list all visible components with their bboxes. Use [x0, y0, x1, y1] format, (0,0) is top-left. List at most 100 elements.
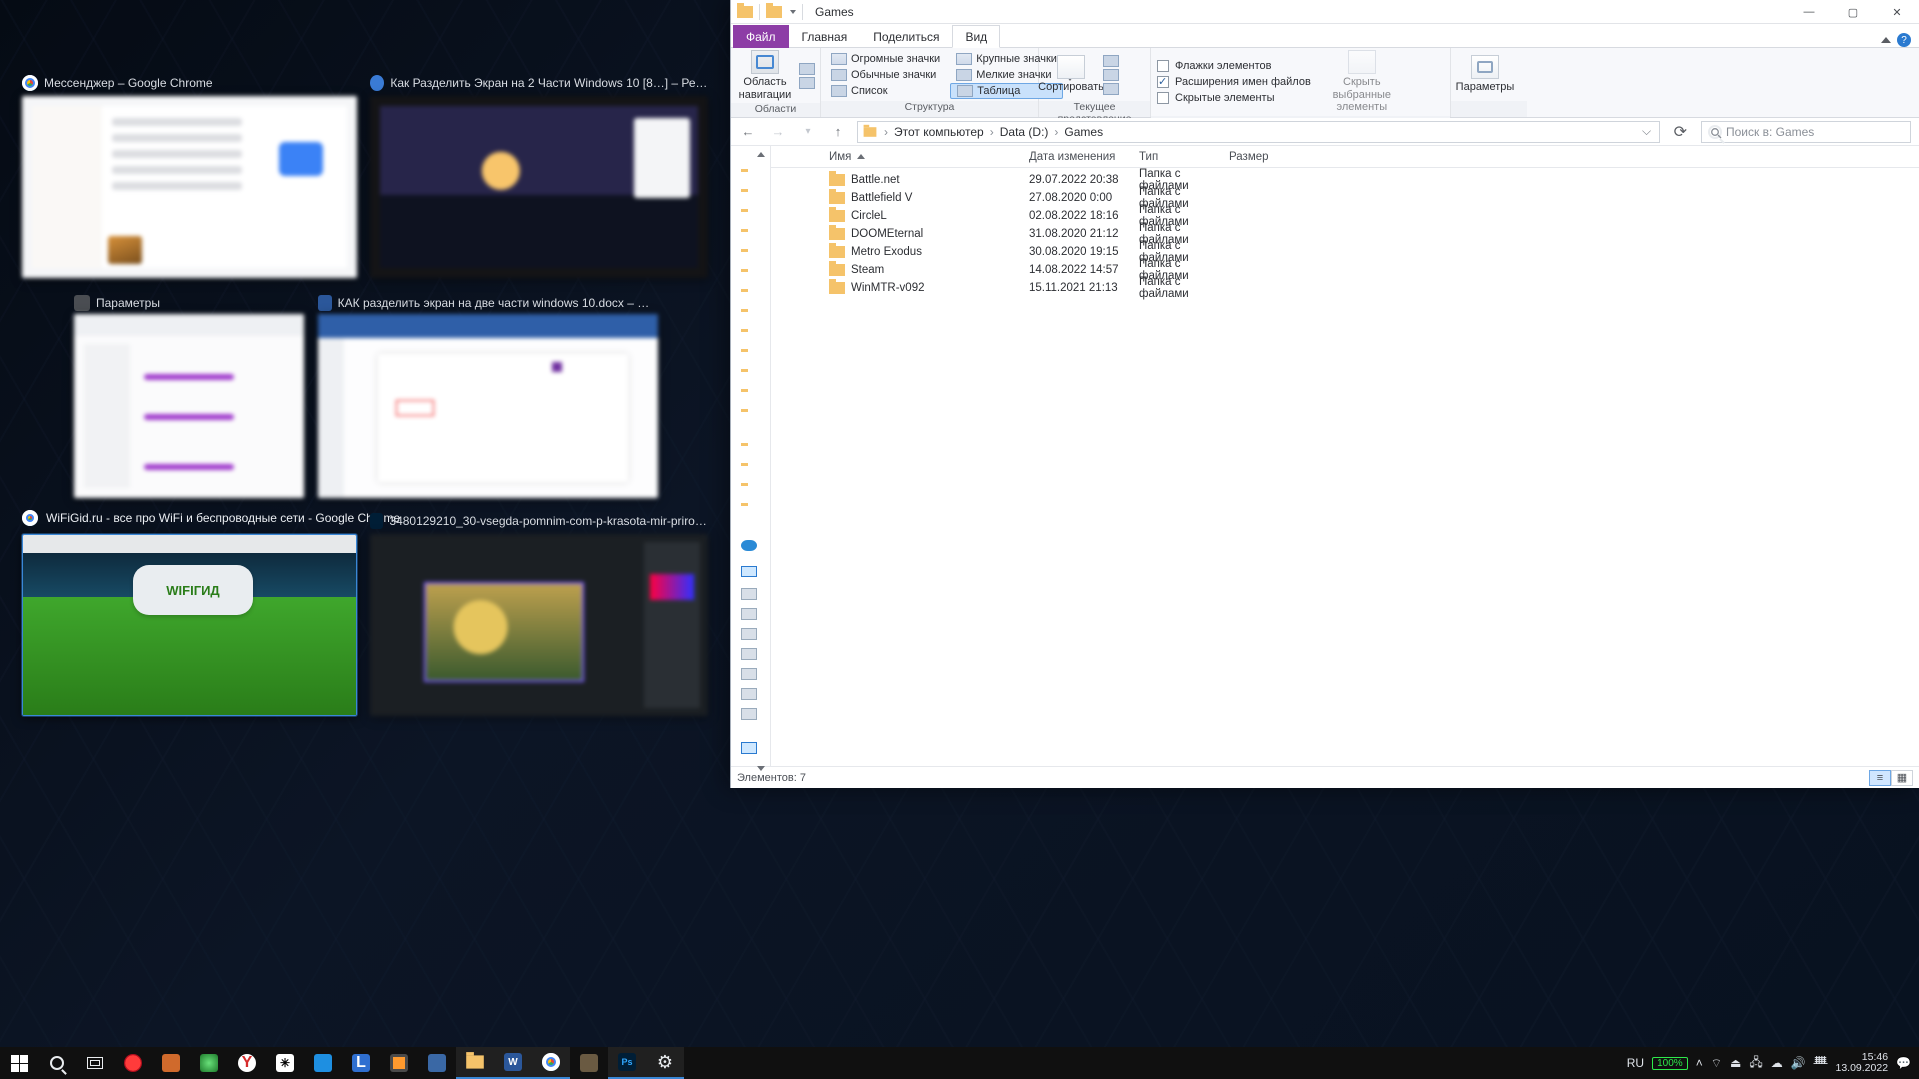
options-button[interactable]: Параметры [1451, 53, 1519, 96]
col-type[interactable]: Тип [1139, 151, 1229, 163]
drive-icon[interactable] [741, 628, 757, 640]
collapse-ribbon-icon[interactable] [1881, 37, 1891, 43]
crumb-dropdown-icon[interactable]: ⌵ [1639, 124, 1655, 139]
taskbar-app[interactable] [570, 1047, 608, 1079]
chevron-right-icon[interactable]: › [1050, 125, 1062, 139]
language-indicator[interactable]: RU [1627, 1056, 1644, 1070]
onedrive-icon[interactable] [741, 540, 757, 551]
network-icon[interactable] [741, 742, 757, 754]
check-item-checkboxes[interactable]: Флажки элементов [1151, 58, 1317, 74]
view-details-button[interactable]: ≡ [1869, 770, 1891, 786]
column-headers[interactable]: Имя Дата изменения Тип Размер [771, 146, 1919, 168]
chevron-up-icon[interactable] [757, 152, 765, 157]
task-view-button[interactable] [76, 1047, 114, 1079]
hide-selected-button[interactable]: Скрыть выбранные элементы [1317, 48, 1407, 116]
thumb-messenger[interactable] [22, 96, 357, 278]
onedrive-tray-icon[interactable]: ☁ [1771, 1056, 1783, 1070]
thumb-word[interactable] [318, 314, 658, 498]
drive-icon[interactable] [741, 668, 757, 680]
close-button[interactable]: ✕ [1875, 0, 1919, 24]
tab-view[interactable]: Вид [952, 25, 1000, 48]
thumb-split-screen[interactable] [370, 96, 708, 278]
file-row[interactable]: WinMTR-v092 15.11.2021 21:13 Папка с фай… [771, 276, 1919, 294]
tab-home[interactable]: Главная [789, 25, 861, 48]
taskbar-app-word[interactable]: W [494, 1047, 532, 1079]
size-columns-icon[interactable] [1103, 83, 1119, 95]
check-file-extensions[interactable]: Расширения имен файлов [1151, 74, 1317, 90]
folder-icon[interactable] [766, 6, 782, 18]
layout-medium[interactable]: Обычные значки [825, 67, 946, 83]
search-box[interactable] [1701, 121, 1911, 143]
taskbar-app[interactable]: ✳ [266, 1047, 304, 1079]
taskbar-app-mail[interactable] [304, 1047, 342, 1079]
taskbar-app-opera[interactable] [114, 1047, 152, 1079]
search-input[interactable] [1702, 125, 1910, 139]
breadcrumb[interactable]: › Этот компьютер › Data (D:) › Games ⌵ [857, 121, 1660, 143]
col-size[interactable]: Размер [1229, 151, 1289, 163]
volume-icon[interactable]: 🔊 [1791, 1056, 1806, 1070]
taskbar-app-yandex[interactable]: Y [228, 1047, 266, 1079]
drive-icon[interactable] [741, 648, 757, 660]
tab-file[interactable]: Файл [733, 25, 789, 48]
preview-pane-icon[interactable] [799, 63, 815, 75]
tab-share[interactable]: Поделиться [860, 25, 952, 48]
drive-icon[interactable] [741, 688, 757, 700]
nav-tree-collapsed[interactable] [731, 146, 771, 766]
drive-icon[interactable] [741, 588, 757, 600]
file-list[interactable]: Имя Дата изменения Тип Размер Battle.net… [771, 146, 1919, 766]
col-date[interactable]: Дата изменения [1029, 151, 1139, 163]
sort-button[interactable]: Сортировать [1039, 53, 1103, 96]
chevron-right-icon[interactable]: › [986, 125, 998, 139]
search-button[interactable] [38, 1047, 76, 1079]
nav-up-button[interactable]: ↑ [827, 121, 849, 143]
nav-recent-button[interactable]: ▾ [797, 121, 819, 143]
crumb-drive[interactable]: Data (D:) [1000, 125, 1049, 139]
file-row[interactable]: Steam 14.08.2022 14:57 Папка с файлами [771, 258, 1919, 276]
refresh-button[interactable]: ⟳ [1668, 122, 1693, 142]
view-icons-button[interactable]: ▦ [1891, 770, 1913, 786]
check-hidden-items[interactable]: Скрытые элементы [1151, 90, 1317, 106]
bluetooth-icon[interactable]: ⌔ [1711, 1056, 1722, 1071]
help-icon[interactable]: ? [1897, 33, 1911, 47]
explorer-titlebar[interactable]: Games — ▢ ✕ [731, 0, 1919, 24]
battery-indicator[interactable]: 100% [1652, 1057, 1688, 1070]
taskbar-app[interactable] [190, 1047, 228, 1079]
file-row[interactable]: CircleL 02.08.2022 18:16 Папка с файлами [771, 204, 1919, 222]
drive-icon[interactable] [741, 708, 757, 720]
taskbar-app-photoshop[interactable]: Ps [608, 1047, 646, 1079]
col-name[interactable]: Имя [829, 151, 1029, 163]
crumb-folder[interactable]: Games [1064, 125, 1103, 139]
file-row[interactable]: DOOMEternal 31.08.2020 21:12 Папка с фай… [771, 222, 1919, 240]
action-center-icon[interactable]: 💬 [1896, 1056, 1911, 1070]
start-button[interactable] [0, 1047, 38, 1079]
this-pc-icon[interactable] [741, 566, 757, 577]
group-by-icon[interactable] [1103, 55, 1119, 67]
usb-icon[interactable]: ᚙ [1814, 1056, 1828, 1070]
file-row[interactable]: Battlefield V 27.08.2020 0:00 Папка с фа… [771, 186, 1919, 204]
clock[interactable]: 15:46 13.09.2022 [1835, 1052, 1888, 1074]
taskbar-app-explorer[interactable] [456, 1047, 494, 1079]
add-columns-icon[interactable] [1103, 69, 1119, 81]
taskbar-app-chrome[interactable] [532, 1047, 570, 1079]
details-pane-icon[interactable] [799, 77, 815, 89]
eject-icon[interactable]: ⏏ [1730, 1056, 1741, 1070]
thumb-wifigid[interactable] [22, 534, 357, 716]
taskbar-app[interactable]: L [342, 1047, 380, 1079]
taskbar-app-settings[interactable]: ⚙ [646, 1047, 684, 1079]
layout-list[interactable]: Список [825, 83, 946, 99]
maximize-button[interactable]: ▢ [1831, 0, 1875, 24]
qat-dropdown-icon[interactable] [790, 10, 796, 14]
thumb-settings[interactable] [74, 314, 304, 498]
crumb-this-pc[interactable]: Этот компьютер [894, 125, 984, 139]
chevron-right-icon[interactable]: › [880, 125, 892, 139]
tray-expand-icon[interactable]: ˄ [1696, 1056, 1703, 1070]
chevron-down-icon[interactable] [757, 766, 765, 771]
nav-back-button[interactable]: ← [737, 121, 759, 143]
taskbar-app[interactable] [418, 1047, 456, 1079]
file-row[interactable]: Battle.net 29.07.2022 20:38 Папка с файл… [771, 168, 1919, 186]
taskbar-app-sublime[interactable] [380, 1047, 418, 1079]
drive-icon[interactable] [741, 608, 757, 620]
nav-forward-button[interactable]: → [767, 121, 789, 143]
network-icon[interactable]: 🖧 [1749, 1053, 1762, 1074]
layout-huge[interactable]: Огромные значки [825, 51, 946, 67]
